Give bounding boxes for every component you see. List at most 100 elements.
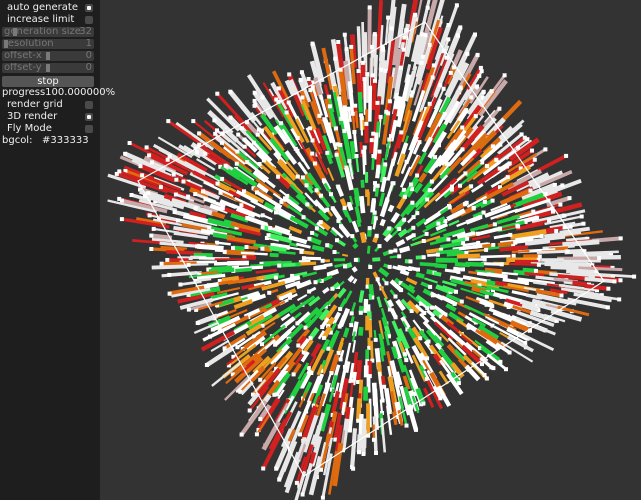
height-bar xyxy=(419,312,430,324)
offset-x-value: 0 xyxy=(85,51,92,61)
bar-cap xyxy=(207,225,212,230)
bar-cap xyxy=(342,129,347,133)
bar-cap xyxy=(562,213,567,218)
bar-cap xyxy=(431,63,436,68)
bar-cap xyxy=(339,224,343,229)
bar-cap xyxy=(484,247,489,252)
height-bar xyxy=(368,293,373,301)
height-bar xyxy=(456,253,480,259)
fly-mode-toggle[interactable]: Fly Mode xyxy=(0,123,100,135)
bar-cap xyxy=(347,158,352,163)
height-bar xyxy=(379,218,386,227)
bar-cap xyxy=(458,25,463,30)
height-bar xyxy=(398,245,411,254)
bar-cap xyxy=(581,221,586,226)
bar-cap xyxy=(127,141,132,145)
height-bar xyxy=(371,80,377,111)
bgcol-value[interactable]: #333333 xyxy=(42,135,89,147)
render-grid-toggle[interactable]: render grid xyxy=(0,99,100,111)
height-bar xyxy=(161,261,197,266)
bar-cap xyxy=(349,323,354,328)
offset-y-slider[interactable]: offset-y 0 xyxy=(2,63,94,73)
bar-cap xyxy=(408,259,413,264)
bar-cap xyxy=(191,119,196,124)
bar-cap xyxy=(171,172,176,177)
bar-cap xyxy=(347,202,352,207)
bar-cap xyxy=(469,184,474,189)
height-bar xyxy=(358,326,364,336)
bar-cap xyxy=(606,286,611,291)
bar-cap xyxy=(446,237,451,242)
bar-cap xyxy=(404,423,409,428)
bar-cap xyxy=(173,192,178,197)
generation-size-slider[interactable]: generation size 32 xyxy=(2,27,94,37)
bar-cap xyxy=(397,254,402,259)
bar-cap xyxy=(369,138,374,143)
bar-cap xyxy=(276,174,281,179)
stop-button[interactable]: stop xyxy=(2,76,94,87)
bar-cap xyxy=(151,226,156,231)
bar-cap xyxy=(236,132,241,137)
bar-cap xyxy=(223,163,228,168)
bar-cap xyxy=(327,94,332,99)
progress-readout: progress100.000000% xyxy=(2,87,116,98)
bar-cap xyxy=(513,240,518,245)
bar-cap xyxy=(300,175,305,180)
bar-cap xyxy=(167,291,172,296)
bar-cap xyxy=(204,363,209,367)
bar-cap xyxy=(421,401,426,406)
increase-limit-toggle[interactable]: increase limit xyxy=(0,14,100,26)
bar-cap xyxy=(515,223,520,228)
bar-cap xyxy=(385,197,390,202)
auto-generate-toggle[interactable]: auto generate xyxy=(0,2,100,14)
fly-mode-checkbox[interactable] xyxy=(85,125,93,133)
bar-cap xyxy=(482,373,487,377)
resolution-slider[interactable]: resolution 1 xyxy=(2,39,94,49)
height-bar xyxy=(352,340,356,353)
height-bar xyxy=(397,228,409,238)
bar-cap xyxy=(382,177,387,181)
bar-cap xyxy=(507,350,512,355)
offset-y-knob[interactable] xyxy=(46,64,50,72)
bar-cap xyxy=(402,35,407,40)
render-3d-checkbox[interactable] xyxy=(85,113,93,121)
bar-cap xyxy=(308,126,313,131)
bar-cap xyxy=(257,173,262,177)
bar-cap xyxy=(490,323,495,328)
render-3d-toggle[interactable]: 3D render xyxy=(0,111,100,123)
height-bar xyxy=(347,275,355,283)
height-bar xyxy=(415,272,425,279)
bar-cap xyxy=(358,310,363,315)
bar-cap xyxy=(560,183,565,188)
bar-cap xyxy=(261,466,266,471)
bar-cap xyxy=(384,281,389,286)
bar-cap xyxy=(277,263,282,268)
bar-cap xyxy=(383,162,388,167)
height-bar xyxy=(362,151,366,175)
height-bar xyxy=(351,220,360,233)
increase-limit-checkbox[interactable] xyxy=(85,16,93,24)
offset-x-knob[interactable] xyxy=(46,52,50,60)
bar-cap xyxy=(295,321,300,326)
bar-cap xyxy=(252,90,257,95)
bar-cap xyxy=(460,125,465,130)
bar-cap xyxy=(295,174,300,179)
3d-render-view[interactable] xyxy=(101,0,641,500)
height-bar xyxy=(352,242,359,250)
bar-cap xyxy=(375,100,380,105)
bar-cap xyxy=(222,249,227,254)
bar-cap xyxy=(195,321,200,325)
height-bar xyxy=(361,21,365,58)
height-bar xyxy=(316,364,324,376)
height-bar xyxy=(508,262,539,266)
offset-x-slider[interactable]: offset-x 0 xyxy=(2,51,94,61)
bar-cap xyxy=(336,184,341,189)
bar-cap xyxy=(301,256,306,261)
bar-cap xyxy=(235,149,240,154)
auto-generate-checkbox[interactable] xyxy=(85,4,93,12)
height-bar xyxy=(481,262,502,266)
height-bar xyxy=(216,241,231,246)
bar-cap xyxy=(144,145,149,150)
render-grid-checkbox[interactable] xyxy=(85,101,93,109)
bar-cap xyxy=(429,179,434,184)
